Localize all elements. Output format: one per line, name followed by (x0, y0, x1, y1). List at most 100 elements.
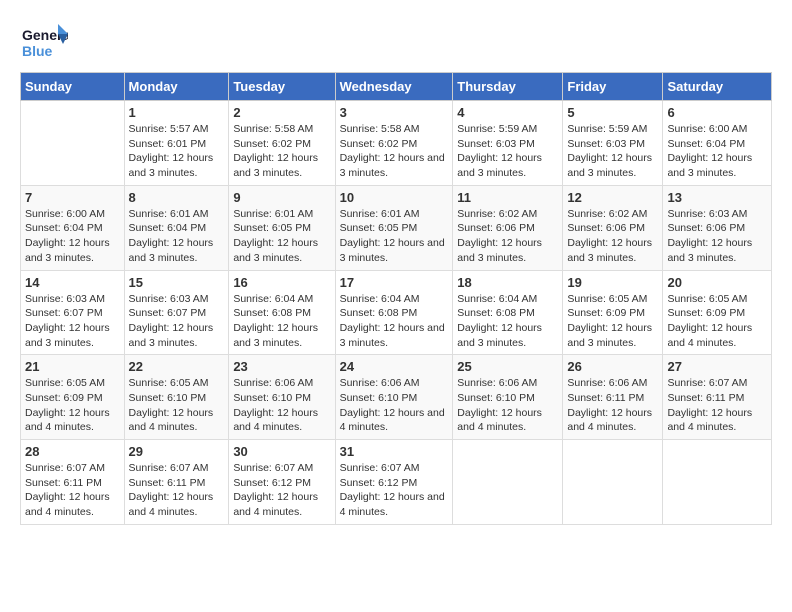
calendar-day-cell: 10Sunrise: 6:01 AMSunset: 6:05 PMDayligh… (335, 185, 453, 270)
calendar-day-cell (21, 101, 125, 186)
day-info: Sunrise: 6:03 AMSunset: 6:07 PMDaylight:… (129, 292, 225, 351)
calendar-day-cell: 20 Sunrise: 6:05 AMSunset: 6:09 PMDayligh… (663, 270, 772, 355)
calendar-day-cell: 16 Sunrise: 6:04 AMSunset: 6:08 PMDayligh… (229, 270, 335, 355)
calendar-day-cell: 17 Sunrise: 6:04 AMSunset: 6:08 PMDayligh… (335, 270, 453, 355)
calendar-week-row: 28 Sunrise: 6:07 AMSunset: 6:11 PMDayligh… (21, 440, 772, 525)
day-number: 9 (233, 190, 330, 205)
calendar-day-cell: 8Sunrise: 6:01 AMSunset: 6:04 PMDaylight… (124, 185, 229, 270)
weekday-header-cell: Saturday (663, 73, 772, 101)
day-info: Sunrise: 6:07 AMSunset: 6:12 PMDaylight:… (233, 461, 330, 520)
day-info: Sunrise: 5:57 AMSunset: 6:01 PMDaylight:… (129, 122, 225, 181)
day-info: Sunrise: 6:07 AMSunset: 6:11 PMDaylight:… (25, 461, 120, 520)
day-number: 4 (457, 105, 558, 120)
calendar-day-cell: 28 Sunrise: 6:07 AMSunset: 6:11 PMDayligh… (21, 440, 125, 525)
day-info: Sunrise: 6:06 AMSunset: 6:11 PMDaylight:… (567, 376, 658, 435)
calendar-day-cell (453, 440, 563, 525)
day-number: 1 (129, 105, 225, 120)
weekday-header-cell: Sunday (21, 73, 125, 101)
calendar-day-cell: 4 Sunrise: 5:59 AMSunset: 6:03 PMDaylight… (453, 101, 563, 186)
calendar-day-cell: 5Sunrise: 5:59 AMSunset: 6:03 PMDaylight… (563, 101, 663, 186)
calendar-day-cell: 3 Sunrise: 5:58 AMSunset: 6:02 PMDaylight… (335, 101, 453, 186)
day-info: Sunrise: 6:00 AMSunset: 6:04 PMDaylight:… (25, 207, 120, 266)
day-number: 23 (233, 359, 330, 374)
day-number: 6 (667, 105, 767, 120)
calendar-week-row: 14 Sunrise: 6:03 AMSunset: 6:07 PMDayligh… (21, 270, 772, 355)
day-info: Sunrise: 5:59 AMSunset: 6:03 PMDaylight:… (457, 122, 558, 181)
weekday-header-cell: Wednesday (335, 73, 453, 101)
day-info: Sunrise: 6:00 AMSunset: 6:04 PMDaylight:… (667, 122, 767, 181)
day-info: Sunrise: 5:58 AMSunset: 6:02 PMDaylight:… (233, 122, 330, 181)
calendar-day-cell: 31 Sunrise: 6:07 AMSunset: 6:12 PMDayligh… (335, 440, 453, 525)
day-number: 8 (129, 190, 225, 205)
day-number: 13 (667, 190, 767, 205)
day-number: 26 (567, 359, 658, 374)
calendar-day-cell: 12Sunrise: 6:02 AMSunset: 6:06 PMDayligh… (563, 185, 663, 270)
calendar-day-cell: 2 Sunrise: 5:58 AMSunset: 6:02 PMDaylight… (229, 101, 335, 186)
day-info: Sunrise: 6:04 AMSunset: 6:08 PMDaylight:… (233, 292, 330, 351)
day-number: 18 (457, 275, 558, 290)
day-number: 21 (25, 359, 120, 374)
day-info: Sunrise: 6:04 AMSunset: 6:08 PMDaylight:… (457, 292, 558, 351)
day-info: Sunrise: 6:05 AMSunset: 6:09 PMDaylight:… (25, 376, 120, 435)
day-info: Sunrise: 6:06 AMSunset: 6:10 PMDaylight:… (340, 376, 449, 435)
calendar-day-cell: 27 Sunrise: 6:07 AMSunset: 6:11 PMDayligh… (663, 355, 772, 440)
calendar-day-cell: 19 Sunrise: 6:05 AMSunset: 6:09 PMDayligh… (563, 270, 663, 355)
weekday-header-row: SundayMondayTuesdayWednesdayThursdayFrid… (21, 73, 772, 101)
day-info: Sunrise: 6:04 AMSunset: 6:08 PMDaylight:… (340, 292, 449, 351)
day-info: Sunrise: 6:05 AMSunset: 6:09 PMDaylight:… (667, 292, 767, 351)
day-number: 2 (233, 105, 330, 120)
day-number: 30 (233, 444, 330, 459)
calendar-day-cell: 13 Sunrise: 6:03 AMSunset: 6:06 PMDayligh… (663, 185, 772, 270)
day-number: 17 (340, 275, 449, 290)
calendar-day-cell: 23 Sunrise: 6:06 AMSunset: 6:10 PMDayligh… (229, 355, 335, 440)
calendar-day-cell: 15Sunrise: 6:03 AMSunset: 6:07 PMDayligh… (124, 270, 229, 355)
day-number: 31 (340, 444, 449, 459)
weekday-header-cell: Thursday (453, 73, 563, 101)
day-info: Sunrise: 6:01 AMSunset: 6:05 PMDaylight:… (340, 207, 449, 266)
calendar-day-cell: 29 Sunrise: 6:07 AMSunset: 6:11 PMDayligh… (124, 440, 229, 525)
day-info: Sunrise: 6:03 AMSunset: 6:06 PMDaylight:… (667, 207, 767, 266)
calendar-day-cell: 6 Sunrise: 6:00 AMSunset: 6:04 PMDaylight… (663, 101, 772, 186)
calendar-day-cell: 22Sunrise: 6:05 AMSunset: 6:10 PMDayligh… (124, 355, 229, 440)
day-info: Sunrise: 5:59 AMSunset: 6:03 PMDaylight:… (567, 122, 658, 181)
day-info: Sunrise: 6:01 AMSunset: 6:05 PMDaylight:… (233, 207, 330, 266)
weekday-header-cell: Friday (563, 73, 663, 101)
day-number: 24 (340, 359, 449, 374)
calendar-week-row: 21 Sunrise: 6:05 AMSunset: 6:09 PMDayligh… (21, 355, 772, 440)
day-number: 14 (25, 275, 120, 290)
calendar-day-cell: 11Sunrise: 6:02 AMSunset: 6:06 PMDayligh… (453, 185, 563, 270)
calendar-day-cell: 14 Sunrise: 6:03 AMSunset: 6:07 PMDayligh… (21, 270, 125, 355)
day-info: Sunrise: 6:07 AMSunset: 6:11 PMDaylight:… (129, 461, 225, 520)
day-info: Sunrise: 6:05 AMSunset: 6:10 PMDaylight:… (129, 376, 225, 435)
calendar-day-cell (563, 440, 663, 525)
logo: General Blue (20, 20, 70, 62)
calendar-day-cell: 1 Sunrise: 5:57 AMSunset: 6:01 PMDaylight… (124, 101, 229, 186)
day-number: 20 (667, 275, 767, 290)
calendar-week-row: 7 Sunrise: 6:00 AMSunset: 6:04 PMDaylight… (21, 185, 772, 270)
day-info: Sunrise: 6:05 AMSunset: 6:09 PMDaylight:… (567, 292, 658, 351)
day-info: Sunrise: 6:06 AMSunset: 6:10 PMDaylight:… (457, 376, 558, 435)
calendar-day-cell: 7 Sunrise: 6:00 AMSunset: 6:04 PMDaylight… (21, 185, 125, 270)
calendar-day-cell (663, 440, 772, 525)
calendar-day-cell: 18 Sunrise: 6:04 AMSunset: 6:08 PMDayligh… (453, 270, 563, 355)
page-header: General Blue (20, 20, 772, 62)
day-info: Sunrise: 5:58 AMSunset: 6:02 PMDaylight:… (340, 122, 449, 181)
day-info: Sunrise: 6:07 AMSunset: 6:12 PMDaylight:… (340, 461, 449, 520)
day-number: 27 (667, 359, 767, 374)
day-number: 29 (129, 444, 225, 459)
calendar-day-cell: 30 Sunrise: 6:07 AMSunset: 6:12 PMDayligh… (229, 440, 335, 525)
calendar-day-cell: 24 Sunrise: 6:06 AMSunset: 6:10 PMDayligh… (335, 355, 453, 440)
day-info: Sunrise: 6:03 AMSunset: 6:07 PMDaylight:… (25, 292, 120, 351)
day-number: 7 (25, 190, 120, 205)
day-number: 3 (340, 105, 449, 120)
calendar-day-cell: 9 Sunrise: 6:01 AMSunset: 6:05 PMDaylight… (229, 185, 335, 270)
day-number: 16 (233, 275, 330, 290)
day-number: 11 (457, 190, 558, 205)
calendar-table: SundayMondayTuesdayWednesdayThursdayFrid… (20, 72, 772, 525)
day-info: Sunrise: 6:07 AMSunset: 6:11 PMDaylight:… (667, 376, 767, 435)
day-info: Sunrise: 6:06 AMSunset: 6:10 PMDaylight:… (233, 376, 330, 435)
calendar-day-cell: 25Sunrise: 6:06 AMSunset: 6:10 PMDayligh… (453, 355, 563, 440)
day-number: 28 (25, 444, 120, 459)
day-number: 19 (567, 275, 658, 290)
weekday-header-cell: Monday (124, 73, 229, 101)
